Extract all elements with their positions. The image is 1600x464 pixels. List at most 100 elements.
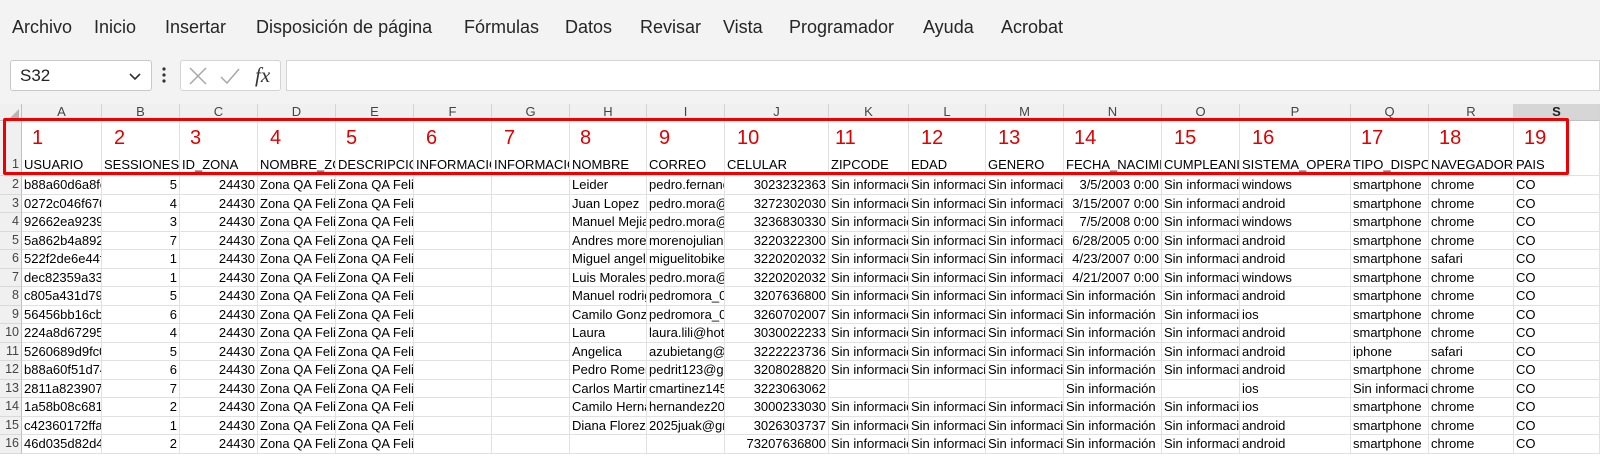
column-header-f[interactable]: F bbox=[414, 104, 492, 121]
cell-r13[interactable]: chrome bbox=[1429, 379, 1514, 398]
enter-check-icon[interactable] bbox=[219, 66, 241, 86]
cell-c14[interactable]: 24430 bbox=[180, 398, 258, 417]
cell-i16[interactable] bbox=[647, 435, 725, 454]
cell-a16[interactable]: 46d035d82d4 bbox=[22, 435, 102, 454]
cell-d14[interactable]: Zona QA Felipe bbox=[258, 398, 336, 417]
menu-revisar[interactable]: Revisar bbox=[640, 17, 701, 38]
cell-m13[interactable] bbox=[986, 379, 1064, 398]
cell-r12[interactable]: chrome bbox=[1429, 361, 1514, 380]
cell-p9[interactable]: ios bbox=[1240, 305, 1351, 324]
cell-m7[interactable]: Sin información bbox=[986, 268, 1064, 287]
cell-j10[interactable]: 3030022233 bbox=[725, 324, 829, 343]
cell-a15[interactable]: c42360172ffa bbox=[22, 416, 102, 435]
cell-e6[interactable]: Zona QA Felipe bbox=[336, 250, 414, 269]
cell-i14[interactable]: hernandez20 bbox=[647, 398, 725, 417]
cell-m9[interactable]: Sin información bbox=[986, 305, 1064, 324]
cell-k14[interactable]: Sin información bbox=[829, 398, 909, 417]
cell-n14[interactable]: Sin información bbox=[1064, 398, 1162, 417]
cell-q6[interactable]: smartphone bbox=[1351, 250, 1429, 269]
cell-c12[interactable]: 24430 bbox=[180, 361, 258, 380]
insert-function-button[interactable]: fx bbox=[255, 63, 270, 88]
cell-l3[interactable]: Sin información bbox=[909, 194, 986, 213]
cell-s8[interactable]: CO bbox=[1514, 287, 1600, 306]
cell-j5[interactable]: 3220322300 bbox=[725, 231, 829, 250]
cell-h16[interactable] bbox=[570, 435, 647, 454]
cell-e4[interactable]: Zona QA Felipe bbox=[336, 213, 414, 232]
menu-datos[interactable]: Datos bbox=[565, 17, 612, 38]
column-header-h[interactable]: H bbox=[570, 104, 647, 121]
cell-h10[interactable]: Laura bbox=[570, 324, 647, 343]
cell-l7[interactable]: Sin información bbox=[909, 268, 986, 287]
cell-l8[interactable]: Sin información bbox=[909, 287, 986, 306]
cell-b12[interactable]: 6 bbox=[102, 361, 180, 380]
cell-j6[interactable]: 3220202032 bbox=[725, 250, 829, 269]
cell-d9[interactable]: Zona QA Felipe bbox=[258, 305, 336, 324]
cell-o16[interactable]: Sin información bbox=[1162, 435, 1240, 454]
cell-f11[interactable] bbox=[414, 342, 492, 361]
cell-m16[interactable]: Sin información bbox=[986, 435, 1064, 454]
cell-f16[interactable] bbox=[414, 435, 492, 454]
cell-m5[interactable]: Sin información bbox=[986, 231, 1064, 250]
cell-m10[interactable]: Sin información bbox=[986, 324, 1064, 343]
cell-a14[interactable]: 1a58b08c6819 bbox=[22, 398, 102, 417]
cell-o8[interactable]: Sin información bbox=[1162, 287, 1240, 306]
menu-inicio[interactable]: Inicio bbox=[94, 17, 136, 38]
column-header-l[interactable]: L bbox=[909, 104, 986, 121]
cell-l5[interactable]: Sin información bbox=[909, 231, 986, 250]
cell-d15[interactable]: Zona QA Felipe bbox=[258, 416, 336, 435]
cell-g5[interactable] bbox=[492, 231, 570, 250]
cell-d10[interactable]: Zona QA Felipe bbox=[258, 324, 336, 343]
menu-acrobat[interactable]: Acrobat bbox=[1001, 17, 1063, 38]
cell-c3[interactable]: 24430 bbox=[180, 194, 258, 213]
cell-q12[interactable]: smartphone bbox=[1351, 361, 1429, 380]
cell-l4[interactable]: Sin información bbox=[909, 213, 986, 232]
cell-e10[interactable]: Zona QA Felipe bbox=[336, 324, 414, 343]
cell-h2[interactable]: Leider bbox=[570, 176, 647, 195]
cell-p7[interactable]: windows bbox=[1240, 268, 1351, 287]
cell-p14[interactable]: ios bbox=[1240, 398, 1351, 417]
cell-k10[interactable]: Sin información bbox=[829, 324, 909, 343]
cell-p2[interactable]: windows bbox=[1240, 176, 1351, 195]
cell-o15[interactable]: Sin información bbox=[1162, 416, 1240, 435]
cell-g11[interactable] bbox=[492, 342, 570, 361]
cell-l11[interactable]: Sin información bbox=[909, 342, 986, 361]
cell-o12[interactable]: Sin información bbox=[1162, 361, 1240, 380]
cell-p8[interactable]: android bbox=[1240, 287, 1351, 306]
cell-c15[interactable]: 24430 bbox=[180, 416, 258, 435]
cell-b11[interactable]: 5 bbox=[102, 342, 180, 361]
cell-k3[interactable]: Sin información bbox=[829, 194, 909, 213]
cell-e12[interactable]: Zona QA Felipe bbox=[336, 361, 414, 380]
cell-e14[interactable]: Zona QA Felipe bbox=[336, 398, 414, 417]
cell-j2[interactable]: 3023232363 bbox=[725, 176, 829, 195]
cell-p11[interactable]: android bbox=[1240, 342, 1351, 361]
cell-s16[interactable]: CO bbox=[1514, 435, 1600, 454]
cell-f9[interactable] bbox=[414, 305, 492, 324]
cell-e7[interactable]: Zona QA Felipe bbox=[336, 268, 414, 287]
cell-r16[interactable]: chrome bbox=[1429, 435, 1514, 454]
cell-d11[interactable]: Zona QA Felipe bbox=[258, 342, 336, 361]
cell-r2[interactable]: chrome bbox=[1429, 176, 1514, 195]
cell-r15[interactable]: chrome bbox=[1429, 416, 1514, 435]
cell-k9[interactable]: Sin información bbox=[829, 305, 909, 324]
cell-g8[interactable] bbox=[492, 287, 570, 306]
cell-e16[interactable]: Zona QA Felipe bbox=[336, 435, 414, 454]
cell-g16[interactable] bbox=[492, 435, 570, 454]
column-header-m[interactable]: M bbox=[986, 104, 1064, 121]
cell-m14[interactable]: Sin información bbox=[986, 398, 1064, 417]
cell-d4[interactable]: Zona QA Felipe bbox=[258, 213, 336, 232]
cell-b13[interactable]: 7 bbox=[102, 379, 180, 398]
row-header-15[interactable]: 15 bbox=[0, 416, 22, 435]
cell-a3[interactable]: 0272c046f670 bbox=[22, 194, 102, 213]
column-header-d[interactable]: D bbox=[258, 104, 336, 121]
cell-h15[interactable]: Diana Florez bbox=[570, 416, 647, 435]
cell-d3[interactable]: Zona QA Felipe bbox=[258, 194, 336, 213]
cell-o2[interactable]: Sin información bbox=[1162, 176, 1240, 195]
cell-f7[interactable] bbox=[414, 268, 492, 287]
cell-d2[interactable]: Zona QA Felipe bbox=[258, 176, 336, 195]
cell-k5[interactable]: Sin información bbox=[829, 231, 909, 250]
cell-q11[interactable]: iphone bbox=[1351, 342, 1429, 361]
cell-g6[interactable] bbox=[492, 250, 570, 269]
column-header-a[interactable]: A bbox=[22, 104, 102, 121]
row-header-9[interactable]: 9 bbox=[0, 305, 22, 324]
cell-f8[interactable] bbox=[414, 287, 492, 306]
